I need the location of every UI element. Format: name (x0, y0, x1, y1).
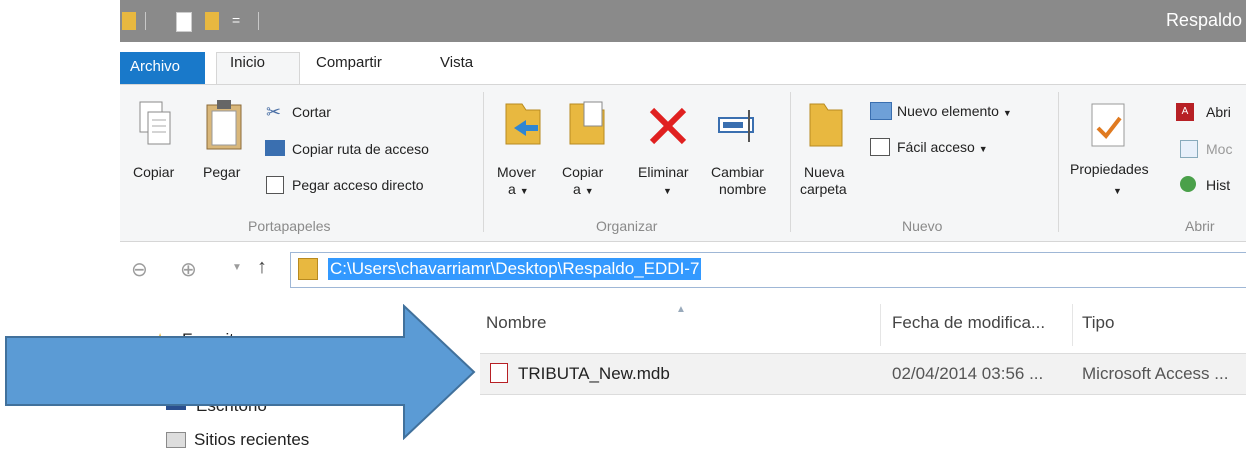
address-path[interactable]: C:\Users\chavarriamr\Desktop\Respaldo_ED… (328, 258, 702, 280)
tab-vista[interactable]: Vista (440, 54, 473, 71)
group-label-abrir: Abrir (1185, 218, 1215, 234)
nueva-carpeta-label-2[interactable]: carpeta (800, 180, 847, 198)
group-separator (483, 92, 484, 232)
mover-label-2[interactable]: a ▼ (508, 180, 529, 200)
copy-to-icon (569, 101, 605, 145)
qat-dropdown-icon[interactable]: = (232, 12, 240, 28)
eliminar-button[interactable]: Eliminar (638, 163, 689, 181)
history-icon (1180, 176, 1196, 192)
title-bar (120, 0, 1246, 42)
file-type: Microsoft Access ... (1082, 364, 1229, 383)
folder-icon (298, 258, 318, 280)
sort-up-icon: ▲ (676, 304, 686, 315)
window-title: Respaldo (1165, 10, 1242, 30)
propiedades-button[interactable]: Propiedades (1070, 160, 1149, 178)
paste-shortcut-icon (266, 176, 284, 194)
nueva-carpeta-label[interactable]: Nueva (804, 163, 844, 181)
pegar-acceso-button[interactable]: Pegar acceso directo (292, 176, 424, 194)
column-header-fecha[interactable]: Fecha de modifica... (892, 313, 1045, 333)
delete-icon (649, 107, 687, 145)
column-divider[interactable] (880, 304, 881, 346)
easy-access-icon (870, 138, 890, 156)
pegar-button[interactable]: Pegar (203, 163, 240, 181)
eliminar-dropdown-icon[interactable]: ▼ (663, 180, 672, 200)
group-label-nuevo: Nuevo (902, 218, 943, 234)
modificar-button[interactable]: Moc (1206, 140, 1232, 158)
folder-icon (122, 12, 136, 30)
column-header-tipo[interactable]: Tipo (1082, 313, 1114, 333)
qat-separator (258, 12, 259, 30)
abrir-button[interactable]: Abri (1206, 103, 1231, 121)
copy-path-icon (265, 140, 285, 156)
new-folder-icon (809, 103, 843, 147)
recent-locations-icon[interactable]: ▼ (232, 262, 242, 273)
column-divider[interactable] (1072, 304, 1073, 346)
copiar-button[interactable]: Copiar (133, 163, 174, 181)
properties-icon[interactable] (176, 12, 192, 32)
tab-archivo[interactable]: Archivo (120, 52, 205, 84)
new-folder-icon[interactable] (205, 12, 219, 30)
propiedades-dropdown-icon[interactable]: ▼ (1113, 180, 1122, 200)
annotation-arrow-icon (5, 304, 476, 440)
group-label-portapapeles: Portapapeles (248, 218, 331, 234)
group-separator (1058, 92, 1059, 232)
file-date: 02/04/2014 03:56 ... (892, 364, 1044, 383)
tab-inicio-label[interactable]: Inicio (230, 54, 265, 71)
qat-separator (145, 12, 146, 30)
copiar-a-label[interactable]: Copiar (562, 163, 603, 181)
cambiar-label-2[interactable]: nombre (719, 180, 766, 198)
copiar-a-label-2[interactable]: a ▼ (573, 180, 594, 200)
rename-icon (718, 110, 754, 142)
paste-icon (206, 100, 242, 150)
file-name[interactable]: TRIBUTA_New.mdb (518, 364, 670, 384)
move-to-icon (505, 103, 541, 145)
historial-button[interactable]: Hist (1206, 176, 1230, 194)
copiar-ruta-button[interactable]: Copiar ruta de acceso (292, 140, 429, 158)
properties-icon (1091, 103, 1125, 147)
scissors-icon: ✂ (266, 102, 282, 122)
up-arrow-icon[interactable]: ↑ (257, 256, 267, 279)
new-item-icon (870, 102, 892, 120)
group-label-organizar: Organizar (596, 218, 658, 234)
back-icon[interactable]: ⊖ (131, 257, 148, 282)
cambiar-label[interactable]: Cambiar (711, 163, 764, 181)
forward-icon[interactable]: ⊕ (180, 257, 197, 282)
nuevo-elemento-button[interactable]: Nuevo elemento ▼ (897, 102, 1012, 122)
access-file-icon (490, 363, 508, 383)
cortar-button[interactable]: Cortar (292, 103, 331, 121)
edit-icon (1180, 140, 1198, 158)
access-icon: A (1176, 103, 1194, 121)
column-header-nombre[interactable]: Nombre (486, 313, 546, 333)
group-separator (790, 92, 791, 232)
facil-acceso-button[interactable]: Fácil acceso ▼ (897, 138, 988, 158)
copy-icon (139, 101, 171, 145)
tab-compartir[interactable]: Compartir (316, 54, 382, 71)
mover-label[interactable]: Mover (497, 163, 536, 181)
